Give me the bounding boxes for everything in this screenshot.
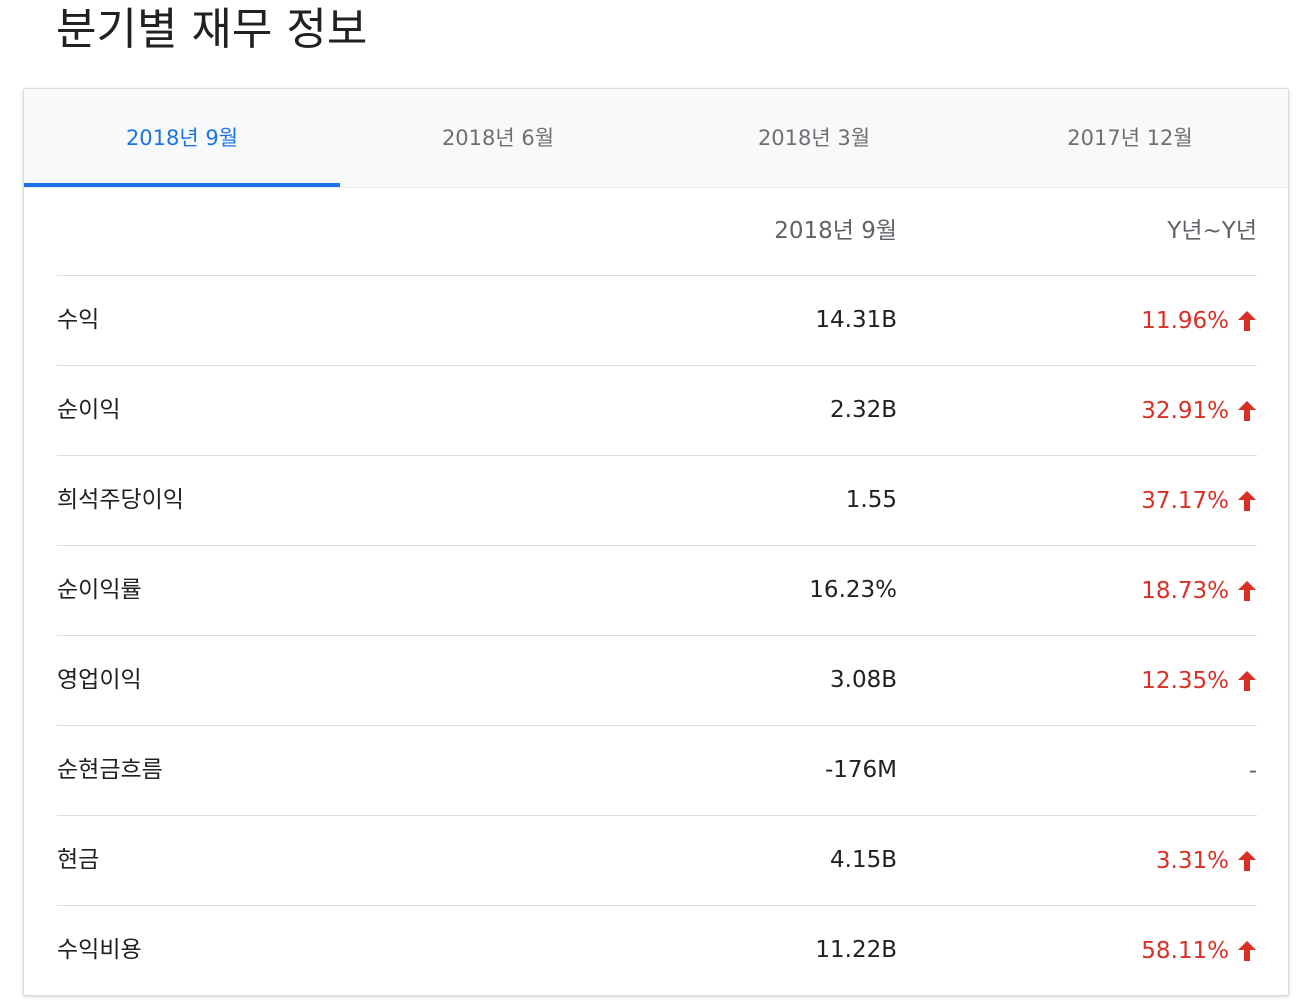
column-header-period: 2018년 9월 [774, 218, 897, 244]
table-header-row: 2018년 9월 Y년~Y년 [57, 187, 1257, 276]
tab-2017-12[interactable]: 2017년 12월 [972, 89, 1288, 187]
change-percent: 12.35% [1141, 667, 1229, 694]
metric-label: 순현금흐름 [57, 757, 163, 783]
metric-label: 영업이익 [57, 667, 142, 693]
table-row: 순이익 2.32B 32.91% [57, 366, 1257, 456]
metric-label: 순이익률 [57, 577, 142, 603]
metric-yoy-change: 58.11% [1141, 906, 1257, 995]
change-percent: 32.91% [1141, 397, 1229, 424]
tab-2018-03[interactable]: 2018년 3월 [656, 89, 972, 187]
financials-card: 2018년 9월 2018년 6월 2018년 3월 2017년 12월 201… [23, 88, 1289, 996]
arrow-up-icon [1237, 850, 1257, 872]
table-row: 현금 4.15B 3.31% [57, 816, 1257, 906]
table-row: 영업이익 3.08B 12.35% [57, 636, 1257, 726]
tab-2018-06[interactable]: 2018년 6월 [340, 89, 656, 187]
table-row: 수익비용 11.22B 58.11% [57, 906, 1257, 995]
metric-value: 2.32B [830, 397, 897, 423]
arrow-up-icon [1237, 670, 1257, 692]
arrow-up-icon [1237, 400, 1257, 422]
metric-value: 4.15B [830, 847, 897, 873]
change-percent: 18.73% [1141, 577, 1229, 604]
metric-value: 1.55 [845, 487, 897, 513]
metric-yoy-change: - [1249, 726, 1257, 815]
arrow-up-icon [1237, 490, 1257, 512]
change-percent: 11.96% [1141, 307, 1229, 334]
metric-value: 16.23% [809, 577, 897, 603]
table-row: 희석주당이익 1.55 37.17% [57, 456, 1257, 546]
metric-yoy-change: 37.17% [1141, 456, 1257, 545]
arrow-up-icon [1237, 310, 1257, 332]
quarter-tabs: 2018년 9월 2018년 6월 2018년 3월 2017년 12월 [24, 89, 1288, 188]
table-row: 순현금흐름 -176M - [57, 726, 1257, 816]
metric-label: 수익 [57, 307, 100, 333]
table-row: 순이익률 16.23% 18.73% [57, 546, 1257, 636]
metric-yoy-change: 11.96% [1141, 276, 1257, 365]
tab-2018-09[interactable]: 2018년 9월 [24, 89, 340, 187]
metric-label: 희석주당이익 [57, 487, 184, 513]
metric-label: 순이익 [57, 397, 121, 423]
table-row: 수익 14.31B 11.96% [57, 276, 1257, 366]
change-percent: 58.11% [1141, 937, 1229, 964]
change-percent: 37.17% [1141, 487, 1229, 514]
change-percent: 3.31% [1155, 847, 1229, 874]
change-percent: - [1248, 757, 1257, 784]
metric-value: 14.31B [815, 307, 897, 333]
metric-yoy-change: 18.73% [1141, 546, 1257, 635]
column-header-yoy: Y년~Y년 [1167, 218, 1257, 244]
metric-value: 3.08B [830, 667, 897, 693]
arrow-up-icon [1237, 940, 1257, 962]
metric-yoy-change: 3.31% [1156, 816, 1257, 905]
metric-yoy-change: 12.35% [1141, 636, 1257, 725]
metric-label: 현금 [57, 847, 100, 873]
table-body: 수익 14.31B 11.96% 순이익 2.32B 32.91% 희석주당이익… [57, 276, 1257, 995]
page-title: 분기별 재무 정보 [56, 4, 368, 55]
metric-value: -176M [824, 757, 897, 783]
metric-yoy-change: 32.91% [1141, 366, 1257, 455]
metric-label: 수익비용 [57, 937, 142, 963]
financials-table: 2018년 9월 Y년~Y년 수익 14.31B 11.96% 순이익 2.32… [57, 187, 1257, 995]
arrow-up-icon [1237, 580, 1257, 602]
metric-value: 11.22B [815, 937, 897, 963]
